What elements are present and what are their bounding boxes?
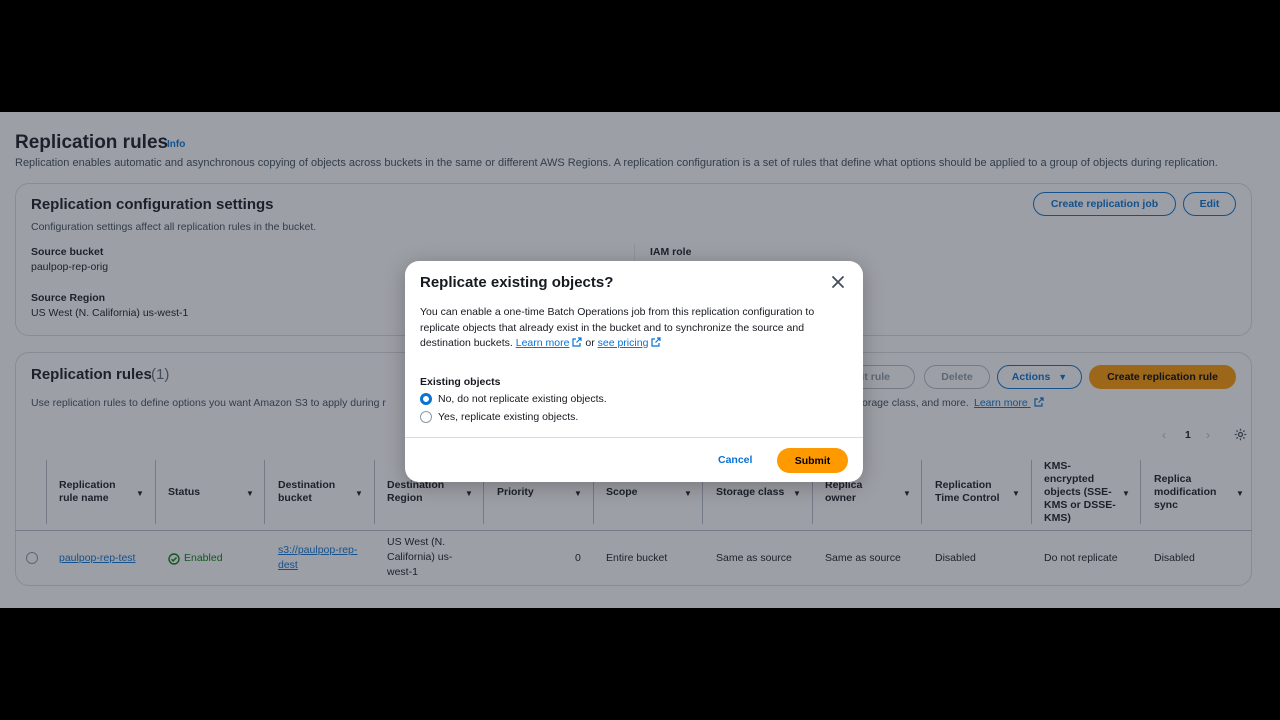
cancel-button[interactable]: Cancel [718, 454, 752, 466]
modal-learn-more-link[interactable]: Learn more [516, 337, 570, 349]
modal-title: Replicate existing objects? [420, 274, 614, 291]
see-pricing-link[interactable]: see pricing [598, 337, 649, 349]
modal-body: You can enable a one-time Batch Operatio… [420, 305, 848, 352]
option-yes-label: Yes, replicate existing objects. [438, 411, 579, 423]
submit-button[interactable]: Submit [777, 448, 848, 473]
option-yes-replicate[interactable]: Yes, replicate existing objects. [420, 411, 578, 423]
replicate-existing-objects-modal: Replicate existing objects? You can enab… [405, 261, 863, 482]
modal-or-text: or [585, 337, 595, 349]
s3-console-page: Replication rules Info Replication enabl… [0, 112, 1280, 608]
modal-footer-divider [405, 437, 863, 438]
option-no-replicate[interactable]: No, do not replicate existing objects. [420, 393, 607, 405]
radio-selected[interactable] [420, 393, 432, 405]
close-icon[interactable] [829, 273, 847, 291]
external-link-icon [651, 337, 662, 347]
existing-objects-label: Existing objects [420, 376, 501, 388]
option-no-label: No, do not replicate existing objects. [438, 393, 607, 405]
external-link-icon [572, 337, 583, 347]
radio-unselected[interactable] [420, 411, 432, 423]
